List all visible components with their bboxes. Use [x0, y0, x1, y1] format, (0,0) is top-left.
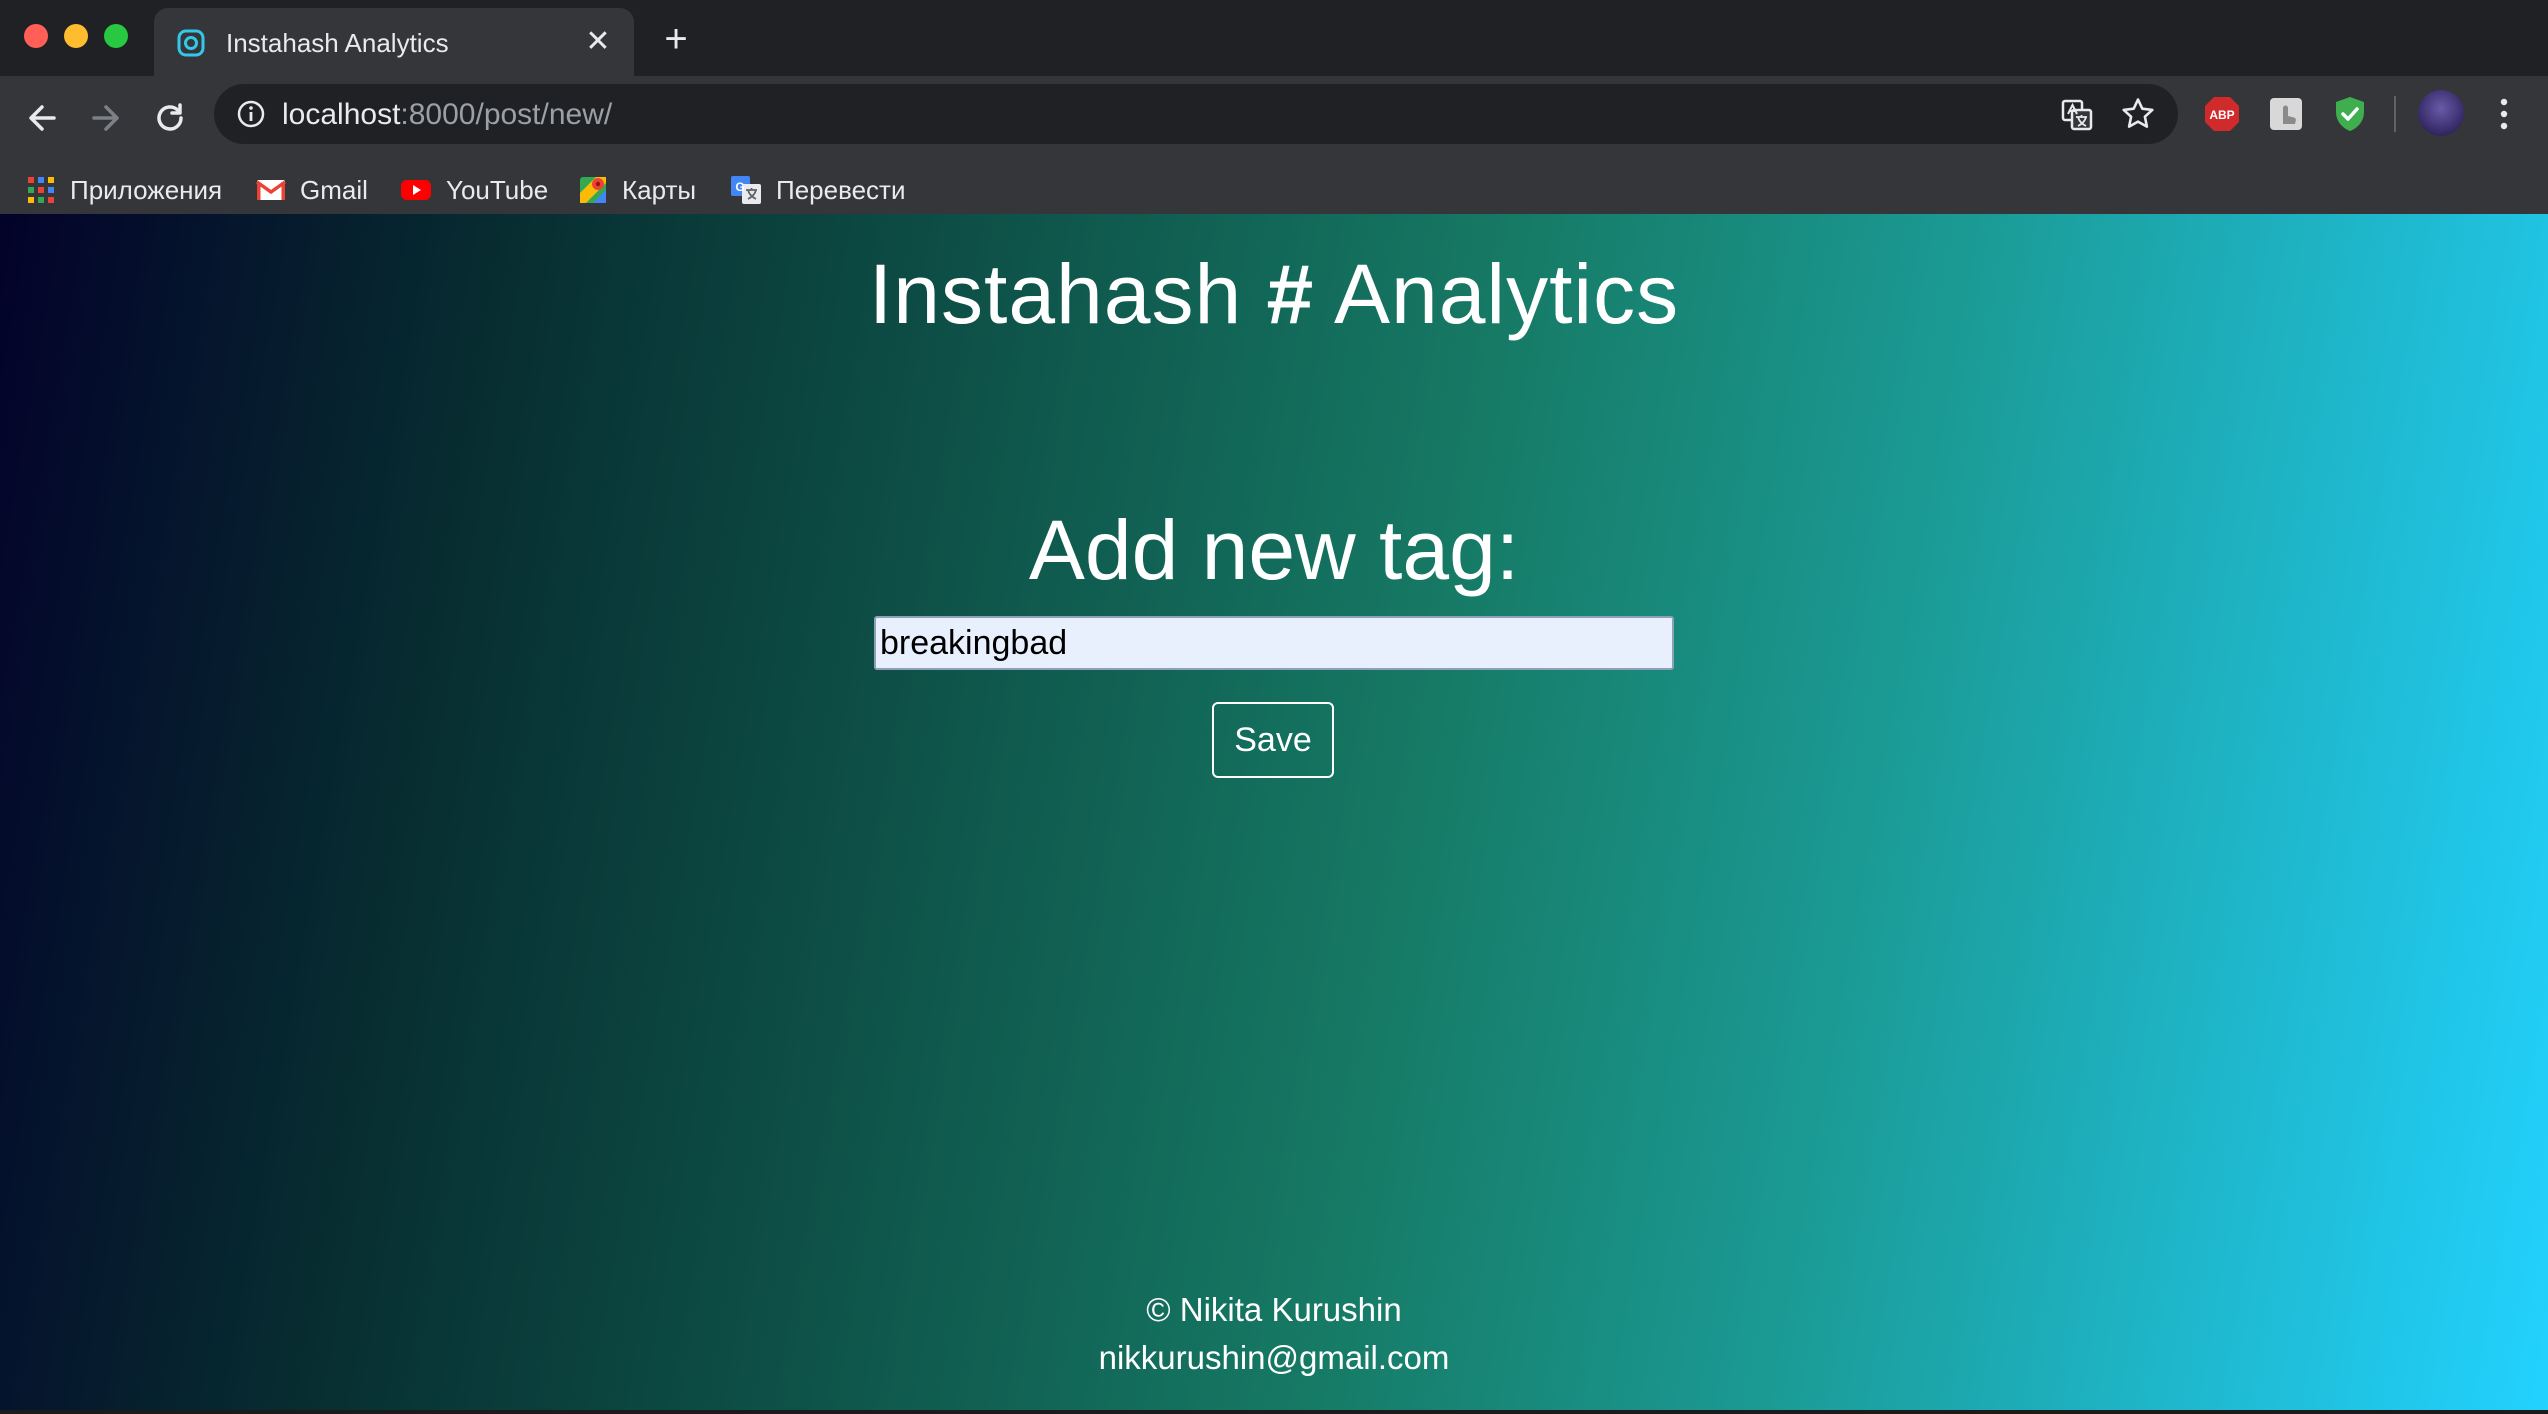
bookmark-youtube[interactable]: YouTube	[400, 170, 548, 210]
url-host: localhost	[282, 98, 401, 131]
kebab-menu-icon[interactable]	[2492, 94, 2516, 134]
toolbar-divider	[2394, 96, 2396, 132]
instagram-favicon-icon	[177, 29, 205, 57]
forward-arrow-icon[interactable]	[82, 94, 130, 142]
tab-close-icon[interactable]: ✕	[582, 26, 614, 58]
bookmark-label: YouTube	[446, 174, 549, 205]
page-content: Instahash # Analytics Add new tag: Save …	[0, 214, 2548, 1414]
tab-instahash-analytics[interactable]: Instahash Analytics ✕	[154, 8, 634, 76]
url-text[interactable]: localhost:8000/post/new/	[282, 98, 612, 132]
footer-email: nikkurushin@gmail.com	[1098, 1339, 1450, 1376]
bookmark-label: Перевести	[776, 174, 906, 205]
bookmark-gmail[interactable]: Gmail	[256, 170, 368, 210]
bookmark-label: Gmail	[300, 174, 368, 205]
shield-icon[interactable]	[2330, 94, 2370, 134]
bookmark-label: Приложения	[70, 174, 223, 205]
site-title-left: Instahash	[868, 247, 1267, 341]
touch-extension-icon[interactable]	[2266, 94, 2306, 134]
url-path: :8000/post/new/	[400, 98, 613, 131]
address-bar[interactable]: localhost:8000/post/new/	[214, 84, 2178, 144]
profile-avatar[interactable]	[2418, 90, 2464, 136]
footer-copyright: © Nikita Kurushin	[1146, 1291, 1402, 1328]
bookmark-translate[interactable]: G Перевести	[730, 170, 905, 210]
window-maximize-button[interactable]	[104, 24, 128, 48]
browser-titlebar: Instahash Analytics ✕ +	[0, 0, 2548, 76]
maps-icon	[580, 177, 606, 203]
hash-symbol: #	[1266, 247, 1315, 341]
footer: © Nikita Kurushin nikkurushin@gmail.com	[0, 1286, 2548, 1382]
tag-input[interactable]	[874, 616, 1674, 670]
svg-text:G: G	[735, 180, 744, 194]
tab-title: Instahash Analytics	[226, 28, 449, 58]
bookmark-star-icon[interactable]	[2120, 96, 2156, 132]
site-info-icon[interactable]	[236, 99, 266, 129]
youtube-icon	[401, 180, 431, 200]
window-bottom-edge	[0, 1410, 2548, 1414]
save-button[interactable]: Save	[1212, 702, 1334, 778]
bookmark-label: Карты	[622, 174, 697, 205]
translate-icon[interactable]	[2060, 98, 2094, 132]
back-arrow-icon[interactable]	[18, 94, 66, 142]
site-title: Instahash # Analytics	[0, 246, 2548, 343]
bookmark-apps[interactable]: Приложения	[26, 170, 222, 210]
form-title: Add new tag:	[1028, 503, 1520, 597]
gmail-icon	[256, 180, 286, 200]
new-tab-button[interactable]: +	[656, 19, 696, 60]
apps-grid-icon	[28, 177, 54, 203]
bookmark-maps[interactable]: Карты	[578, 170, 696, 210]
window-close-button[interactable]	[24, 24, 48, 48]
translate-icon: G	[731, 176, 761, 204]
site-title-right: Analytics	[1314, 247, 1680, 341]
browser-toolbar: localhost:8000/post/new/ ABP Приложения …	[0, 76, 2548, 224]
reload-icon[interactable]	[146, 94, 194, 142]
adblock-icon[interactable]: ABP	[2202, 94, 2242, 134]
window-minimize-button[interactable]	[64, 24, 88, 48]
adblock-label: ABP	[2209, 108, 2234, 122]
bookmarks-bar: Приложения Gmail YouTube Карты G Перевес…	[0, 156, 2548, 222]
